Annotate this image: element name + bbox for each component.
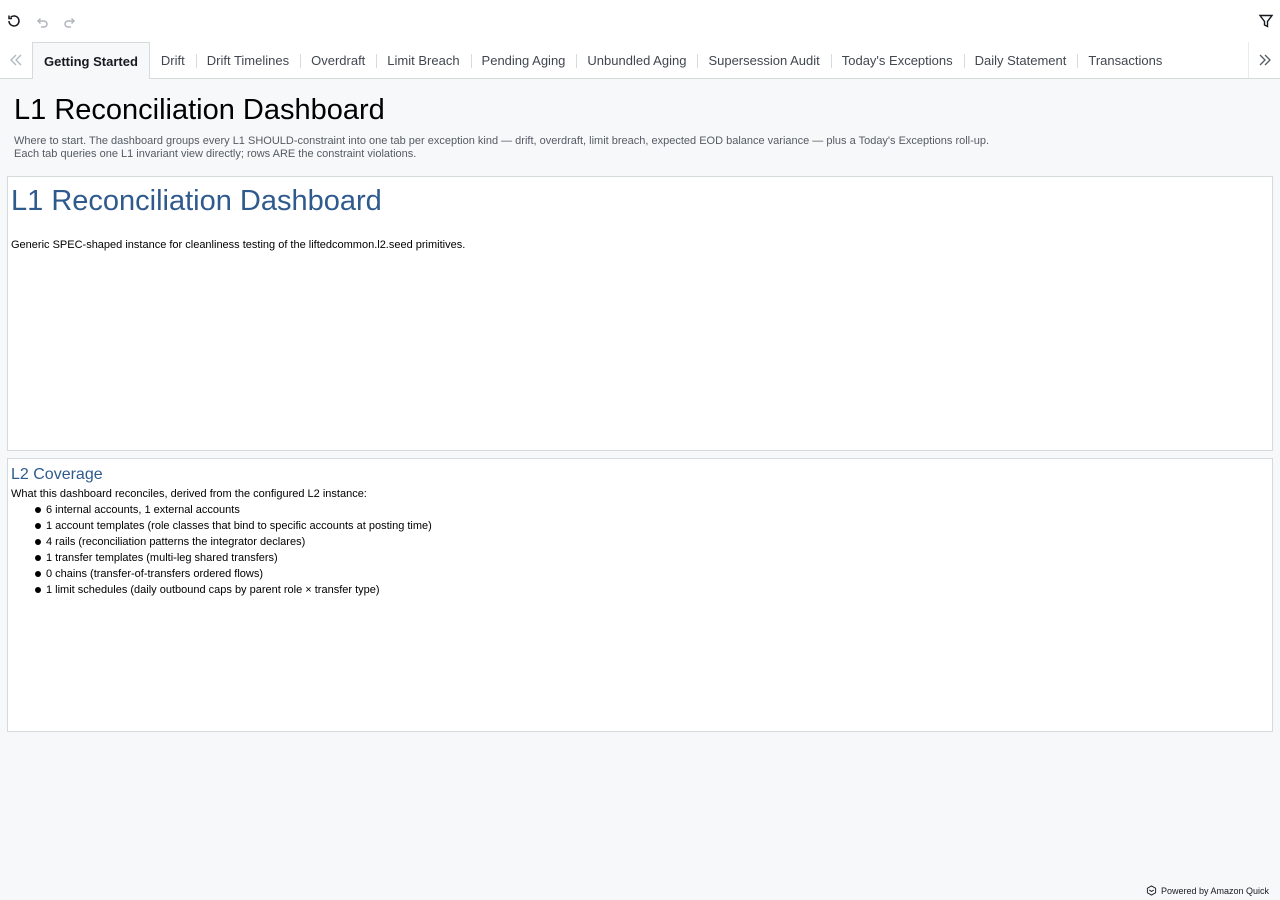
tab-label: Transactions — [1088, 53, 1163, 68]
tab-drift-timelines[interactable]: Drift Timelines — [195, 42, 300, 79]
tab-label: Drift Timelines — [206, 53, 290, 68]
tab-label: Today's Exceptions — [841, 53, 953, 68]
tab-todays-exceptions[interactable]: Today's Exceptions — [830, 42, 964, 79]
scroll-tabs-left-icon[interactable] — [0, 42, 32, 78]
tab-pending-aging[interactable]: Pending Aging — [470, 42, 577, 79]
coverage-visual-title: L2 Coverage — [11, 466, 103, 483]
list-item-text: 1 account templates (role classes that b… — [46, 520, 432, 532]
list-item: 4 rails (reconciliation patterns the int… — [35, 534, 432, 550]
tab-drift[interactable]: Drift — [150, 42, 196, 79]
list-item: 0 chains (transfer-of-transfers ordered … — [35, 566, 432, 582]
powered-by-badge[interactable]: Powered by Amazon Quick — [1142, 881, 1278, 900]
tab-daily-statement[interactable]: Daily Statement — [963, 42, 1078, 79]
tab-supersession-audit[interactable]: Supersession Audit — [697, 42, 830, 79]
list-item: 1 limit schedules (daily outbound caps b… — [35, 582, 432, 598]
undo-icon[interactable] — [32, 11, 52, 31]
sheet-description: Where to start. The dashboard groups eve… — [14, 135, 990, 160]
list-item-text: 1 transfer templates (multi-leg shared t… — [46, 552, 278, 564]
intro-visual-title: L1 Reconciliation Dashboard — [11, 185, 382, 217]
tab-overdraft[interactable]: Overdraft — [300, 42, 376, 79]
tab-limit-breach[interactable]: Limit Breach — [376, 42, 470, 79]
bullet-icon — [35, 539, 41, 545]
intro-visual-body: Generic SPEC-shaped instance for cleanli… — [11, 239, 466, 251]
filter-icon[interactable] — [1256, 11, 1276, 31]
list-item: 6 internal accounts, 1 external accounts — [35, 502, 432, 518]
list-item: 1 transfer templates (multi-leg shared t… — [35, 550, 432, 566]
sheet-title: L1 Reconciliation Dashboard — [14, 94, 385, 126]
tab-label: Drift — [160, 53, 185, 68]
bullet-icon — [35, 571, 41, 577]
tab-label: Limit Breach — [387, 53, 460, 68]
tab-label: Unbundled Aging — [587, 53, 687, 68]
list-item-text: 1 limit schedules (daily outbound caps b… — [46, 584, 380, 596]
bullet-icon — [35, 507, 41, 513]
tab-label: Overdraft — [311, 53, 366, 68]
list-item-text: 4 rails (reconciliation patterns the int… — [46, 536, 306, 548]
coverage-list: 6 internal accounts, 1 external accounts… — [35, 502, 432, 598]
intro-text-visual[interactable]: L1 Reconciliation Dashboard Generic SPEC… — [7, 176, 1273, 451]
top-toolbar — [0, 0, 1280, 42]
tab-label: Getting Started — [44, 53, 138, 69]
list-item: 1 account templates (role classes that b… — [35, 518, 432, 534]
list-item-text: 6 internal accounts, 1 external accounts — [46, 504, 240, 516]
list-item-text: 0 chains (transfer-of-transfers ordered … — [46, 568, 264, 580]
quicksight-logo-icon — [1146, 885, 1157, 896]
powered-by-text: Powered by Amazon Quick — [1161, 885, 1270, 896]
tab-label: Supersession Audit — [708, 53, 820, 68]
coverage-visual-intro: What this dashboard reconciles, derived … — [11, 488, 367, 500]
tab-label: Pending Aging — [481, 53, 566, 68]
tab-unbundled-aging[interactable]: Unbundled Aging — [576, 42, 697, 79]
coverage-text-visual[interactable]: L2 Coverage What this dashboard reconcil… — [7, 458, 1273, 732]
bullet-icon — [35, 587, 41, 593]
tab-label: Daily Statement — [974, 53, 1067, 68]
bullet-icon — [35, 555, 41, 561]
tab-transactions[interactable]: Transactions — [1077, 42, 1173, 79]
bullet-icon — [35, 523, 41, 529]
reset-icon[interactable] — [4, 11, 24, 31]
sheet-tab-bar: Getting Started Drift Drift Timelines Ov… — [0, 42, 1280, 79]
tab-getting-started[interactable]: Getting Started — [32, 42, 150, 79]
sheet-tabs: Getting Started Drift Drift Timelines Ov… — [32, 42, 1247, 79]
scroll-tabs-right-icon[interactable] — [1248, 42, 1280, 78]
redo-icon[interactable] — [60, 11, 80, 31]
